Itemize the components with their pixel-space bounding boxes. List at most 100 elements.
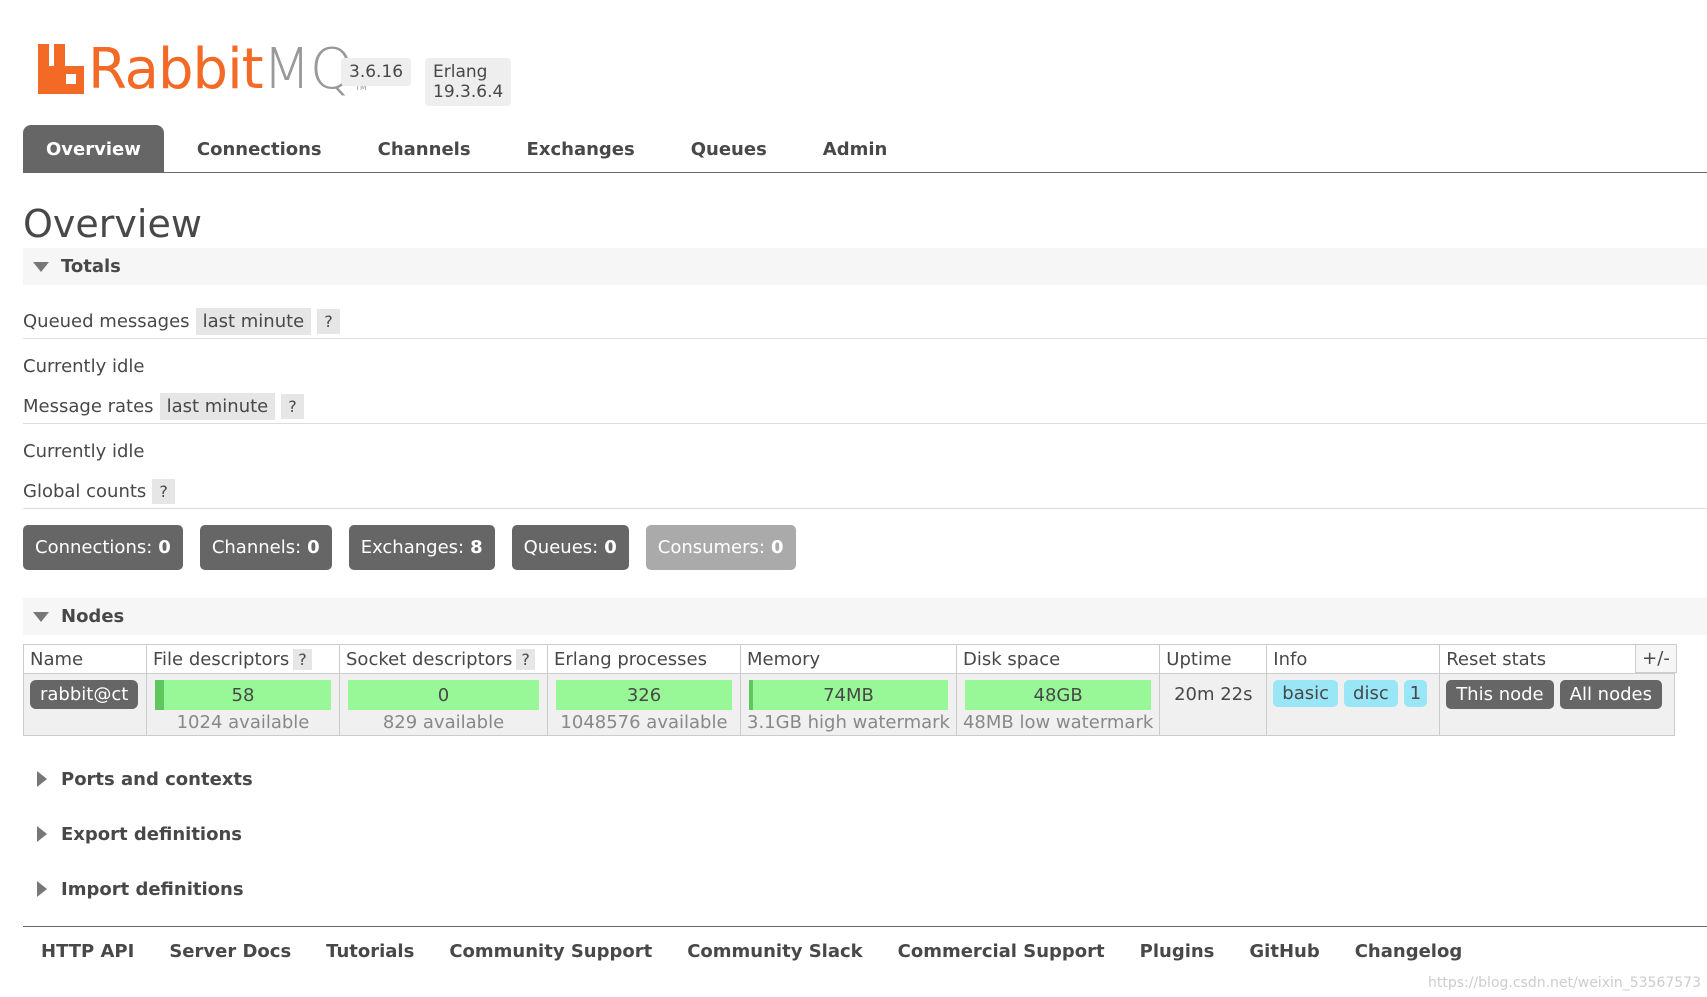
message-rates-range-selector[interactable]: last minute — [159, 393, 276, 420]
node-name-cell: rabbit@ct — [23, 673, 147, 736]
footer-link-github[interactable]: GitHub — [1249, 941, 1319, 962]
file-descriptors-available: 1024 available — [176, 712, 310, 733]
info-badge-count[interactable]: 1 — [1403, 680, 1428, 707]
global-counts-help[interactable]: ? — [152, 479, 175, 504]
toggle-columns-button[interactable]: +/- — [1635, 644, 1677, 673]
main-nav-tabs: Overview Connections Channels Exchanges … — [23, 125, 1707, 173]
tab-queues[interactable]: Queues — [668, 125, 790, 173]
nodes-table: Name File descriptors? Socket descriptor… — [23, 644, 1675, 736]
tab-exchanges[interactable]: Exchanges — [504, 125, 658, 173]
col-header-file-descriptors: File descriptors? — [146, 644, 340, 674]
info-badge-basic[interactable]: basic — [1273, 680, 1339, 707]
erlang-processes-value: 326 — [626, 684, 662, 706]
socket-descriptors-cell: 0 829 available — [339, 673, 548, 736]
queued-messages-row: Queued messages last minute ? — [23, 307, 1707, 339]
node-name-link[interactable]: rabbit@ct — [30, 680, 139, 709]
ports-and-contexts-section-header[interactable]: Ports and contexts — [23, 761, 1707, 797]
global-counts-label: Global counts — [23, 481, 147, 502]
reset-stats-cell: This node All nodes — [1439, 673, 1675, 736]
channels-count-button[interactable]: Channels: 0 — [199, 525, 332, 570]
memory-high-watermark: 3.1GB high watermark — [747, 712, 950, 733]
watermark: https://blog.csdn.net/weixin_53567573 — [1427, 975, 1701, 991]
socket-descriptors-help[interactable]: ? — [516, 648, 535, 670]
queues-count-button[interactable]: Queues: 0 — [511, 525, 629, 570]
file-descriptors-bar: 58 — [155, 680, 331, 710]
rabbitmq-logo[interactable]: Rabbit MQ TM — [38, 42, 367, 98]
col-header-name: Name — [23, 644, 147, 674]
consumers-count-button[interactable]: Consumers: 0 — [645, 525, 796, 570]
message-rates-row: Message rates last minute ? — [23, 392, 1707, 424]
expanded-triangle-icon — [33, 261, 49, 272]
footer-link-server-docs[interactable]: Server Docs — [169, 941, 291, 962]
footer-link-plugins[interactable]: Plugins — [1140, 941, 1215, 962]
file-descriptors-value: 58 — [231, 684, 255, 706]
footer-link-commercial-support[interactable]: Commercial Support — [898, 941, 1105, 962]
exchanges-count-button[interactable]: Exchanges: 8 — [348, 525, 495, 570]
info-badge-disc[interactable]: disc — [1344, 680, 1398, 707]
page-title: Overview — [23, 202, 202, 246]
section-title: Ports and contexts — [61, 768, 253, 790]
col-header-socket-descriptors: Socket descriptors? — [339, 644, 548, 674]
table-row: rabbit@ct 58 1024 available 0 829 availa… — [23, 673, 1675, 736]
footer-link-community-slack[interactable]: Community Slack — [687, 941, 862, 962]
nodes-table-header-row: Name File descriptors? Socket descriptor… — [23, 644, 1675, 674]
uptime-value: 20m 22s — [1174, 684, 1253, 705]
collapsed-triangle-icon — [37, 826, 47, 842]
tab-channels[interactable]: Channels — [355, 125, 494, 173]
global-counts-row: Global counts ? — [23, 477, 1707, 509]
socket-descriptors-available: 829 available — [382, 712, 505, 733]
file-descriptors-help[interactable]: ? — [293, 648, 312, 670]
message-rates-status: Currently idle — [23, 441, 145, 462]
section-title: Export definitions — [61, 823, 242, 845]
disk-low-watermark: 48MB low watermark — [962, 712, 1154, 733]
col-header-info: Info — [1266, 644, 1441, 674]
connections-count-button[interactable]: Connections: 0 — [23, 525, 183, 570]
info-cell: basic disc 1 — [1266, 673, 1441, 736]
memory-cell: 74MB 3.1GB high watermark — [740, 673, 957, 736]
col-header-erlang-processes: Erlang processes — [547, 644, 741, 674]
footer-link-http-api[interactable]: HTTP API — [41, 941, 134, 962]
section-title: Import definitions — [61, 878, 244, 900]
count-label: Exchanges: — [360, 537, 465, 558]
disk-space-cell: 48GB 48MB low watermark — [955, 673, 1161, 736]
queued-messages-range-selector[interactable]: last minute — [195, 308, 312, 335]
erlang-version-badge: Erlang 19.3.6.4 — [425, 58, 512, 106]
header: Rabbit MQ TM 3.6.16 Erlang 19.3.6.4 — [38, 28, 512, 106]
footer-link-tutorials[interactable]: Tutorials — [326, 941, 414, 962]
queued-messages-help[interactable]: ? — [317, 309, 340, 334]
count-label: Queues: — [523, 537, 599, 558]
collapsed-triangle-icon — [37, 771, 47, 787]
col-header-disk-space: Disk space — [955, 644, 1161, 674]
reset-this-node-button[interactable]: This node — [1446, 680, 1554, 709]
queued-messages-status: Currently idle — [23, 356, 145, 377]
nodes-section-header[interactable]: Nodes — [23, 598, 1707, 635]
memory-bar: 74MB — [749, 680, 948, 710]
expanded-triangle-icon — [33, 611, 49, 622]
erlang-processes-bar: 326 — [556, 680, 732, 710]
queued-messages-label: Queued messages — [23, 311, 190, 332]
import-definitions-section-header[interactable]: Import definitions — [23, 871, 1707, 907]
footer-link-community-support[interactable]: Community Support — [449, 941, 652, 962]
file-descriptors-cell: 58 1024 available — [146, 673, 340, 736]
version-badge: 3.6.16 — [341, 58, 412, 86]
tab-overview[interactable]: Overview — [23, 125, 164, 173]
count-label: Consumers: — [657, 537, 765, 558]
message-rates-help[interactable]: ? — [281, 394, 304, 419]
col-header-memory: Memory — [740, 644, 957, 674]
footer: HTTP API Server Docs Tutorials Community… — [23, 926, 1707, 976]
socket-descriptors-bar: 0 — [348, 680, 539, 710]
logo-text-mq: MQ — [262, 37, 354, 102]
totals-section-title: Totals — [61, 256, 121, 277]
reset-all-nodes-button[interactable]: All nodes — [1559, 680, 1662, 709]
socket-descriptors-value: 0 — [437, 684, 450, 706]
tab-admin[interactable]: Admin — [800, 125, 911, 173]
uptime-cell: 20m 22s — [1159, 673, 1268, 736]
export-definitions-section-header[interactable]: Export definitions — [23, 816, 1707, 852]
tab-connections[interactable]: Connections — [174, 125, 345, 173]
totals-section-header[interactable]: Totals — [23, 248, 1707, 285]
footer-link-changelog[interactable]: Changelog — [1355, 941, 1463, 962]
global-counts: Connections: 0 Channels: 0 Exchanges: 8 Que… — [23, 525, 813, 570]
count-value: 0 — [307, 537, 320, 558]
disk-space-bar: 48GB — [964, 680, 1152, 710]
erlang-processes-cell: 326 1048576 available — [547, 673, 741, 736]
